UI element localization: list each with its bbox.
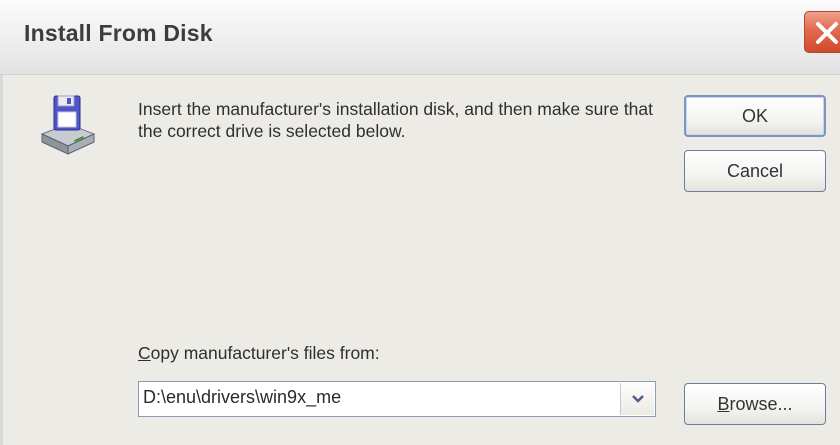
close-icon — [816, 22, 838, 44]
browse-accelerator: B — [717, 393, 730, 414]
window-border — [0, 75, 3, 445]
cancel-button-label: Cancel — [726, 160, 784, 181]
title-bar[interactable]: Install From Disk — [0, 0, 840, 75]
close-button[interactable] — [804, 11, 840, 53]
ok-button-label: OK — [741, 105, 768, 126]
path-input[interactable]: D:\enu\drivers\win9x_me — [143, 387, 342, 408]
window-title: Install From Disk — [24, 20, 213, 46]
dropdown-button[interactable] — [620, 383, 654, 415]
copy-files-from-combobox[interactable]: D:\enu\drivers\win9x_me — [138, 381, 656, 417]
floppy-disk-drive-icon — [40, 95, 96, 155]
install-from-disk-dialog: Install From Disk Insert the manufacture… — [0, 0, 840, 445]
copy-label-text: opy manufacturer's files from: — [150, 343, 380, 363]
browse-button[interactable]: Browse... — [684, 383, 826, 425]
chevron-down-icon — [631, 395, 644, 403]
ok-button[interactable]: OK — [684, 95, 826, 137]
cancel-button[interactable]: Cancel — [684, 150, 826, 192]
copy-label-accelerator: C — [138, 343, 151, 363]
browse-button-label: rowse... — [729, 393, 793, 414]
copy-files-label: Copy manufacturer's files from: — [138, 343, 380, 364]
instruction-text: Insert the manufacturer's installation d… — [138, 99, 654, 141]
